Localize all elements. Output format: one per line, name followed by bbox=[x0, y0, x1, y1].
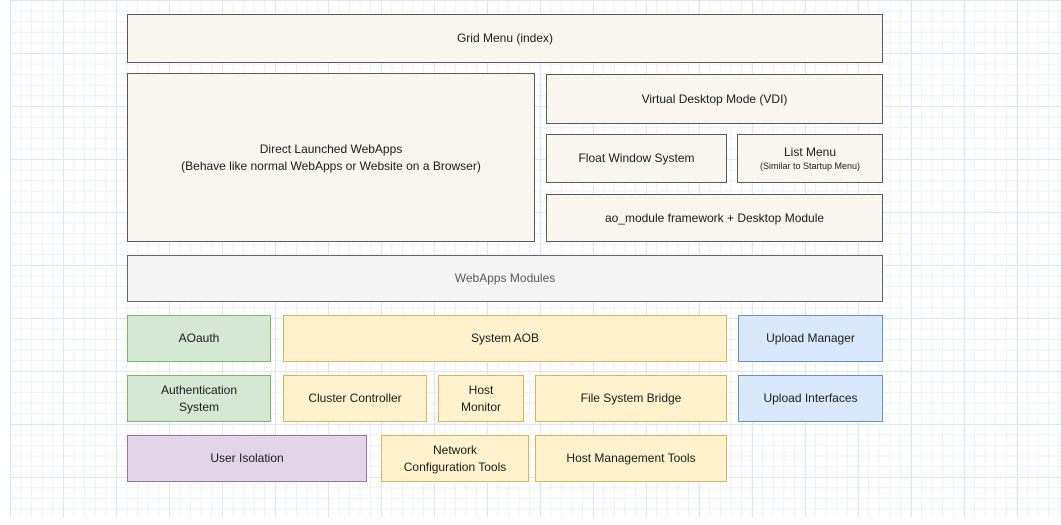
diagram-node-label: File System Bridge bbox=[581, 390, 682, 406]
diagram-node-direct-launched-webapps[interactable]: Direct Launched WebApps(Behave like norm… bbox=[127, 73, 535, 242]
diagram-node-grid-menu[interactable]: Grid Menu (index) bbox=[127, 14, 883, 63]
diagram-node-system-aob[interactable]: System AOB bbox=[283, 315, 727, 362]
canvas-bottom-margin bbox=[0, 517, 1061, 525]
diagram-node-ao-module-framework[interactable]: ao_module framework + Desktop Module bbox=[546, 194, 883, 242]
diagram-node-label: Float Window System bbox=[578, 150, 694, 166]
diagram-node-label: Virtual Desktop Mode (VDI) bbox=[642, 91, 788, 107]
diagram-node-network-configuration-tools[interactable]: NetworkConfiguration Tools bbox=[381, 435, 529, 482]
diagram-node-cluster-controller[interactable]: Cluster Controller bbox=[283, 375, 427, 422]
canvas-left-margin bbox=[0, 0, 10, 525]
diagram-node-upload-interfaces[interactable]: Upload Interfaces bbox=[738, 375, 883, 422]
diagram-node-label: User Isolation bbox=[210, 450, 283, 466]
diagram-node-label: Grid Menu (index) bbox=[457, 30, 553, 46]
diagram-node-label: Monitor bbox=[461, 399, 501, 415]
diagram-node-label: Authentication bbox=[161, 382, 237, 398]
diagram-node-label: Cluster Controller bbox=[308, 390, 401, 406]
diagram-node-float-window-system[interactable]: Float Window System bbox=[546, 134, 727, 183]
diagram-node-user-isolation[interactable]: User Isolation bbox=[127, 435, 367, 482]
diagram-node-file-system-bridge[interactable]: File System Bridge bbox=[535, 375, 727, 422]
diagram-node-label: System bbox=[179, 399, 219, 415]
diagram-node-virtual-desktop-mode[interactable]: Virtual Desktop Mode (VDI) bbox=[546, 74, 883, 124]
diagram-node-label: Direct Launched WebApps bbox=[260, 141, 403, 157]
diagram-node-host-monitor[interactable]: HostMonitor bbox=[438, 375, 524, 422]
diagram-node-webapps-modules[interactable]: WebApps Modules bbox=[127, 255, 883, 302]
diagram-node-host-management-tools[interactable]: Host Management Tools bbox=[535, 435, 727, 482]
diagram-node-label: (Behave like normal WebApps or Website o… bbox=[181, 158, 481, 174]
diagram-node-authentication-system[interactable]: AuthenticationSystem bbox=[127, 375, 271, 422]
diagram-node-aoauth[interactable]: AOauth bbox=[127, 315, 271, 362]
diagram-node-label: AOauth bbox=[179, 330, 220, 346]
diagram-node-label: Configuration Tools bbox=[404, 459, 507, 475]
diagram-node-label: Upload Manager bbox=[766, 330, 855, 346]
diagram-node-label: Host Management Tools bbox=[566, 450, 695, 466]
diagram-node-label: Host bbox=[469, 382, 494, 398]
diagram-node-label: (Similar to Startup Menu) bbox=[760, 160, 860, 174]
diagram-node-label: ao_module framework + Desktop Module bbox=[605, 210, 824, 226]
diagram-node-label: Network bbox=[433, 442, 477, 458]
diagram-node-upload-manager[interactable]: Upload Manager bbox=[738, 315, 883, 362]
diagram-node-list-menu[interactable]: List Menu(Similar to Startup Menu) bbox=[737, 134, 883, 183]
diagram-node-label: System AOB bbox=[471, 330, 539, 346]
diagram-node-label: List Menu bbox=[784, 144, 836, 160]
diagram-canvas: Grid Menu (index) Direct Launched WebApps… bbox=[0, 0, 1061, 525]
diagram-node-label: WebApps Modules bbox=[455, 270, 556, 286]
diagram-node-label: Upload Interfaces bbox=[763, 390, 857, 406]
